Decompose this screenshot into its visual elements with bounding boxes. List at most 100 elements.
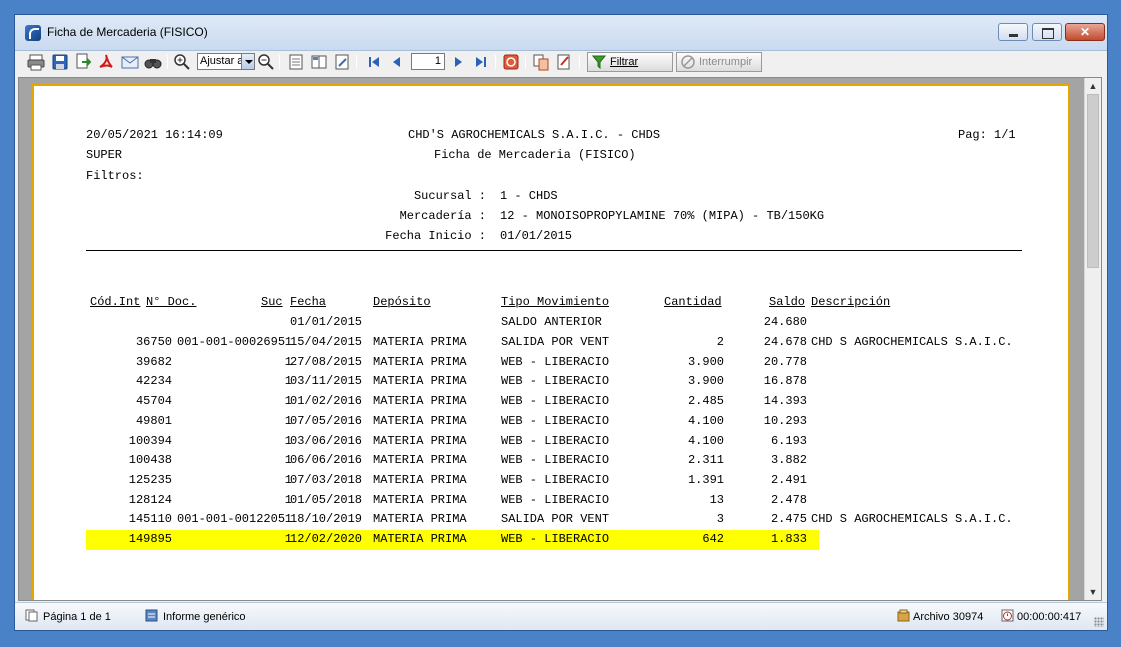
report-viewport[interactable]: 20/05/2021 16:14:09 SUPER CHD'S AGROCHEM… xyxy=(18,77,1102,601)
zoom-select[interactable]: Ajustar a xyxy=(197,53,255,70)
cell-fecha: 01/05/2018 xyxy=(290,492,363,507)
cell-cod-int: 45704 xyxy=(135,394,172,409)
interrupt-button[interactable]: Interrumpir xyxy=(676,52,762,72)
pdf-icon[interactable] xyxy=(97,53,115,71)
scroll-up-icon[interactable]: ▲ xyxy=(1085,78,1101,94)
zoom-out-icon[interactable] xyxy=(257,53,275,71)
stop-icon[interactable] xyxy=(502,53,520,71)
table-row[interactable]: 145110 001-001-0012205 1 18/10/2019 MATERIA … xyxy=(86,510,1046,530)
table-row[interactable]: 42234 1 03/11/2015 MATERIA PRIMA WEB - LIBER… xyxy=(86,372,1046,392)
page-number-input[interactable]: 1 xyxy=(411,53,445,70)
next-page-icon[interactable] xyxy=(449,53,467,71)
vertical-scrollbar[interactable]: ▲ ▼ xyxy=(1084,78,1101,600)
chevron-down-icon[interactable] xyxy=(241,54,254,69)
cell-cantidad: 2.485 xyxy=(687,394,724,409)
cell-cantidad: 3 xyxy=(716,512,724,527)
opening-fecha: 01/01/2015 xyxy=(290,315,363,329)
title-bar: Ficha de Mercaderia (FISICO) xyxy=(15,15,1107,51)
cell-fecha: 18/10/2019 xyxy=(290,512,363,527)
close-button[interactable] xyxy=(1065,23,1105,41)
status-file: Archivo 30974 xyxy=(913,611,984,623)
cell-deposito: MATERIA PRIMA xyxy=(373,335,467,349)
table-row[interactable]: 39682 1 27/08/2015 MATERIA PRIMA WEB - LIBER… xyxy=(86,353,1046,373)
table-row[interactable]: 45704 1 01/02/2016 MATERIA PRIMA WEB - LIBER… xyxy=(86,392,1046,412)
cell-cantidad: 4.100 xyxy=(687,433,724,448)
resize-grip[interactable] xyxy=(1094,617,1104,627)
col-descripcion: Descripción xyxy=(811,295,891,309)
table-row[interactable]: 49801 1 07/05/2016 MATERIA PRIMA WEB - LIBER… xyxy=(86,412,1046,432)
cell-fecha: 27/08/2015 xyxy=(290,354,363,369)
table-row[interactable]: 125235 1 07/03/2018 MATERIA PRIMA WEB - LIBE… xyxy=(86,471,1046,491)
cell-fecha: 07/03/2018 xyxy=(290,472,363,487)
cell-cod-int: 100438 xyxy=(128,453,172,468)
cell-cantidad: 2 xyxy=(716,335,724,349)
report-window: Ficha de Mercaderia (FISICO) Ajustar a 1 xyxy=(14,14,1108,631)
find-icon[interactable] xyxy=(144,53,162,71)
cell-deposito: MATERIA PRIMA xyxy=(373,492,467,507)
opening-saldo: 24.680 xyxy=(763,315,807,329)
cell-cod-int: 149895 xyxy=(128,532,172,546)
report-icon xyxy=(145,609,158,622)
scroll-thumb[interactable] xyxy=(1087,94,1099,268)
page-view-icon[interactable] xyxy=(287,53,305,71)
cell-saldo: 2.478 xyxy=(770,492,807,507)
table-row[interactable]: 36750 001-001-0002695 1 15/04/2015 MATERIA P… xyxy=(86,333,1046,353)
cell-tipo: WEB - LIBERACIO xyxy=(501,374,610,389)
cell-tipo: SALIDA POR VENT xyxy=(501,512,610,527)
col-cantidad: Cantidad xyxy=(664,295,722,309)
cell-tipo: WEB - LIBERACIO xyxy=(501,492,610,507)
cell-fecha: 01/02/2016 xyxy=(290,394,363,409)
edit-icon[interactable] xyxy=(555,53,573,71)
cell-deposito: MATERIA PRIMA xyxy=(373,512,467,527)
window-title: Ficha de Mercaderia (FISICO) xyxy=(47,25,208,39)
filter-sucursal-value: 1 - CHDS xyxy=(500,189,558,203)
cell-cantidad: 4.100 xyxy=(687,413,724,428)
page-icon xyxy=(25,609,38,622)
cell-tipo: WEB - LIBERACIO xyxy=(501,354,610,369)
page-setup-icon[interactable] xyxy=(333,53,351,71)
cell-saldo: 24.678 xyxy=(763,335,807,349)
minimize-button[interactable] xyxy=(998,23,1028,41)
cell-tipo: WEB - LIBERACIO xyxy=(501,433,610,448)
status-page-info: Página 1 de 1 xyxy=(43,611,111,623)
opening-balance-row: 01/01/2015 SALDO ANTERIOR 24.680 xyxy=(86,313,1046,333)
cell-cod-int: 36750 xyxy=(135,335,172,349)
print-icon[interactable] xyxy=(27,53,45,71)
save-icon[interactable] xyxy=(51,53,69,71)
cell-saldo: 6.193 xyxy=(770,433,807,448)
cell-deposito: MATERIA PRIMA xyxy=(373,413,467,428)
opening-tipo: SALDO ANTERIOR xyxy=(501,315,602,329)
cell-deposito: MATERIA PRIMA xyxy=(373,472,467,487)
export-icon[interactable] xyxy=(74,53,92,71)
table-row[interactable]: 100394 1 03/06/2016 MATERIA PRIMA WEB - LIBE… xyxy=(86,432,1046,452)
filter-mercaderia-value: 12 - MONOISOPROPYLAMINE 70% (MIPA) - TB/… xyxy=(500,209,825,223)
cell-cod-int: 128124 xyxy=(128,492,172,507)
cell-descripcion: CHD S AGROCHEMICALS S.A.I.C. xyxy=(811,335,1013,349)
table-row-selected[interactable]: 149895 1 12/02/2020 MATERIA PRIMA WEB - LIBE… xyxy=(86,530,819,550)
report-user: SUPER xyxy=(86,148,123,162)
cell-cantidad: 1.391 xyxy=(687,472,724,487)
col-fecha: Fecha xyxy=(290,295,327,309)
cell-cantidad: 3.900 xyxy=(687,354,724,369)
zoom-in-icon[interactable] xyxy=(173,53,191,71)
two-page-icon[interactable] xyxy=(310,53,328,71)
cell-tipo: WEB - LIBERACIO xyxy=(501,394,610,409)
cell-tipo: WEB - LIBERACIO xyxy=(501,453,610,468)
cell-saldo: 2.475 xyxy=(770,512,807,527)
filter-icon xyxy=(591,55,607,70)
first-page-icon[interactable] xyxy=(365,53,383,71)
last-page-icon[interactable] xyxy=(472,53,490,71)
email-icon[interactable] xyxy=(121,53,139,71)
table-row[interactable]: 128124 1 01/05/2018 MATERIA PRIMA WEB - LIBE… xyxy=(86,491,1046,511)
cell-saldo: 2.491 xyxy=(770,472,807,487)
report-page-number: Pag: 1/1 xyxy=(958,128,1016,142)
report-content: 20/05/2021 16:14:09 SUPER CHD'S AGROCHEM… xyxy=(34,86,1068,600)
cell-tipo: WEB - LIBERACIO xyxy=(501,472,610,487)
table-row[interactable]: 100438 1 06/06/2016 MATERIA PRIMA WEB - LIBE… xyxy=(86,451,1046,471)
prev-page-icon[interactable] xyxy=(388,53,406,71)
copy-icon[interactable] xyxy=(532,53,550,71)
maximize-button[interactable] xyxy=(1032,23,1062,41)
col-cod-int: Cód.Int xyxy=(90,295,141,309)
scroll-down-icon[interactable]: ▼ xyxy=(1085,584,1101,600)
filter-button[interactable]: Filtrar xyxy=(587,52,673,72)
